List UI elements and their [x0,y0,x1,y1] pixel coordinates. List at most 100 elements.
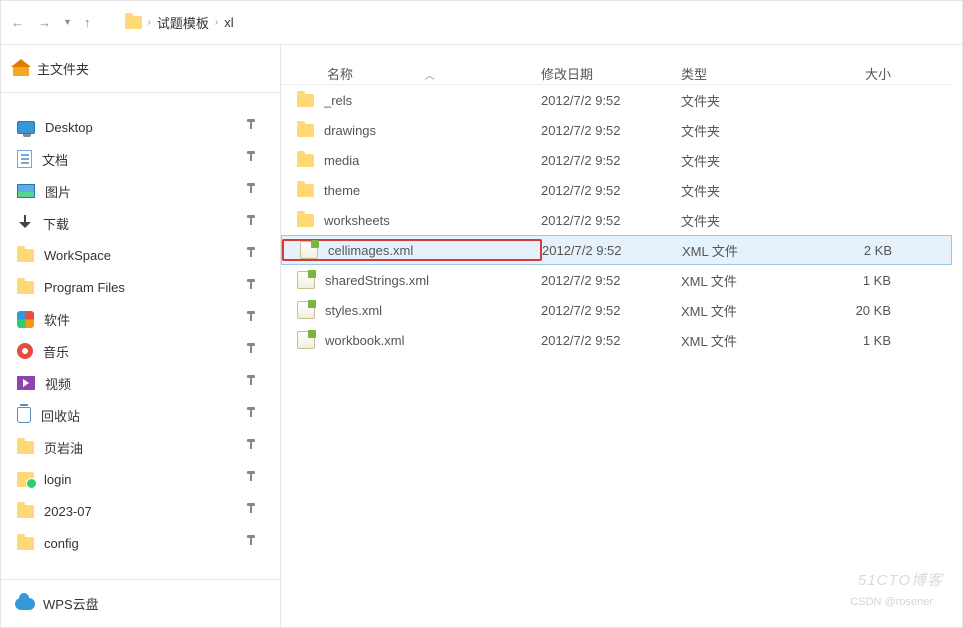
column-header-name[interactable]: 名称 ︿ [281,64,541,83]
pin-icon[interactable] [246,247,256,261]
toolbar: ← → ▾ ↑ › 试题模板 › xl [1,1,962,45]
file-size: 1 KB [811,333,891,348]
file-date: 2012/7/2 9:52 [541,213,681,228]
sidebar-item-label: 文档 [42,150,68,169]
file-name: media [324,153,359,168]
file-name: worksheets [324,213,390,228]
sidebar-item[interactable]: 下载 [11,207,270,239]
sidebar-footer-label: WPS云盘 [43,594,99,613]
file-name: workbook.xml [325,333,404,348]
file-date: 2012/7/2 9:52 [541,183,681,198]
file-name: _rels [324,93,352,108]
folder-icon [297,154,314,167]
folder-icon [125,16,142,29]
sidebar-item[interactable]: 页岩油 [11,431,270,463]
sidebar-header[interactable]: 主文件夹 [1,45,280,93]
sidebar-header-label: 主文件夹 [37,59,89,78]
breadcrumb[interactable]: › 试题模板 › xl [125,13,234,32]
bin-icon [17,407,31,423]
pin-icon[interactable] [246,311,256,325]
column-header-type[interactable]: 类型 [681,64,811,83]
pin-icon[interactable] [246,215,256,229]
file-row[interactable]: styles.xml2012/7/2 9:52XML 文件20 KB [281,295,952,325]
soft-icon [17,311,34,328]
sidebar-item[interactable]: 软件 [11,303,270,335]
pin-icon[interactable] [246,407,256,421]
folder-icon [297,94,314,107]
nav-up-icon[interactable]: ↑ [84,15,91,30]
sidebar: 主文件夹 Desktop 文档图片下载 WorkSpace Program Files… [1,45,281,627]
sidebar-item[interactable]: 2023-07 [11,495,270,527]
nav-forward-icon[interactable]: → [38,15,51,30]
file-type: XML 文件 [681,301,811,320]
file-name: drawings [324,123,376,138]
file-name-cell: sharedStrings.xml [281,271,541,289]
file-row[interactable]: worksheets 2012/7/2 9:52文件夹 [281,205,952,235]
sidebar-item-label: 视频 [45,374,71,393]
folder-icon [17,537,34,550]
file-rows: _rels2012/7/2 9:52文件夹drawings2012/7/2 9:… [281,85,952,355]
breadcrumb-item[interactable]: xl [224,15,233,30]
sidebar-item[interactable]: WorkSpace [11,239,270,271]
pin-icon[interactable] [246,471,256,485]
file-name-cell: styles.xml [281,301,541,319]
pin-icon[interactable] [246,279,256,293]
pin-icon[interactable] [246,439,256,453]
folder-icon [17,281,34,294]
sidebar-item[interactable]: 文档 [11,143,270,175]
sidebar-item[interactable]: Desktop [11,111,270,143]
nav-back-icon[interactable]: ← [11,15,24,30]
sidebar-item[interactable]: 回收站 [11,399,270,431]
sidebar-item-label: 图片 [45,182,71,201]
file-name: sharedStrings.xml [325,273,429,288]
file-row[interactable]: media2012/7/2 9:52文件夹 [281,145,952,175]
pin-icon[interactable] [246,151,256,165]
column-header-row: 名称 ︿ 修改日期 类型 大小 [281,45,952,85]
xml-file-icon [300,241,318,259]
file-row[interactable]: theme2012/7/2 9:52文件夹 [281,175,952,205]
sidebar-item[interactable]: login [11,463,270,495]
sidebar-item[interactable]: 图片 [11,175,270,207]
pin-icon[interactable] [246,183,256,197]
sidebar-item[interactable]: config [11,527,270,559]
file-row[interactable]: _rels2012/7/2 9:52文件夹 [281,85,952,115]
sidebar-item-label: Desktop [45,120,93,135]
pin-icon[interactable] [246,503,256,517]
pin-icon[interactable] [246,343,256,357]
folder-icon [297,124,314,137]
file-row[interactable]: workbook.xml2012/7/2 9:52XML 文件1 KB [281,325,952,355]
xml-file-icon [297,301,315,319]
file-name-cell: theme [281,183,541,198]
sidebar-item-label: 下载 [43,214,69,233]
sidebar-item-label: 2023-07 [44,504,92,519]
pin-icon[interactable] [246,535,256,549]
column-header-date[interactable]: 修改日期 [541,64,681,83]
file-date: 2012/7/2 9:52 [541,333,681,348]
pin-icon[interactable] [246,119,256,133]
file-name-cell: cellimages.xml [282,239,542,261]
file-row[interactable]: sharedStrings.xml2012/7/2 9:52XML 文件1 KB [281,265,952,295]
folder-icon [17,441,34,454]
file-date: 2012/7/2 9:52 [541,93,681,108]
file-type: XML 文件 [682,241,812,260]
chevron-right-icon: › [215,17,218,28]
sidebar-item-label: WorkSpace [44,248,111,263]
sidebar-item-label: 回收站 [41,406,80,425]
column-header-size[interactable]: 大小 [811,64,891,83]
sidebar-item[interactable]: 视频 [11,367,270,399]
sidebar-item[interactable]: Program Files [11,271,270,303]
nav-recent-icon[interactable]: ▾ [65,17,70,28]
file-row[interactable]: drawings2012/7/2 9:52文件夹 [281,115,952,145]
pin-icon[interactable] [246,375,256,389]
sidebar-item[interactable]: 音乐 [11,335,270,367]
file-row[interactable]: cellimages.xml2012/7/2 9:52XML 文件2 KB [281,235,952,265]
sidebar-footer[interactable]: WPS云盘 [1,579,280,627]
file-name-cell: drawings [281,123,541,138]
file-date: 2012/7/2 9:52 [541,303,681,318]
breadcrumb-item[interactable]: 试题模板 [157,13,209,32]
file-type: 文件夹 [681,121,811,140]
file-name: theme [324,183,360,198]
file-type: 文件夹 [681,211,811,230]
file-date: 2012/7/2 9:52 [542,243,682,258]
video-icon [17,376,35,390]
